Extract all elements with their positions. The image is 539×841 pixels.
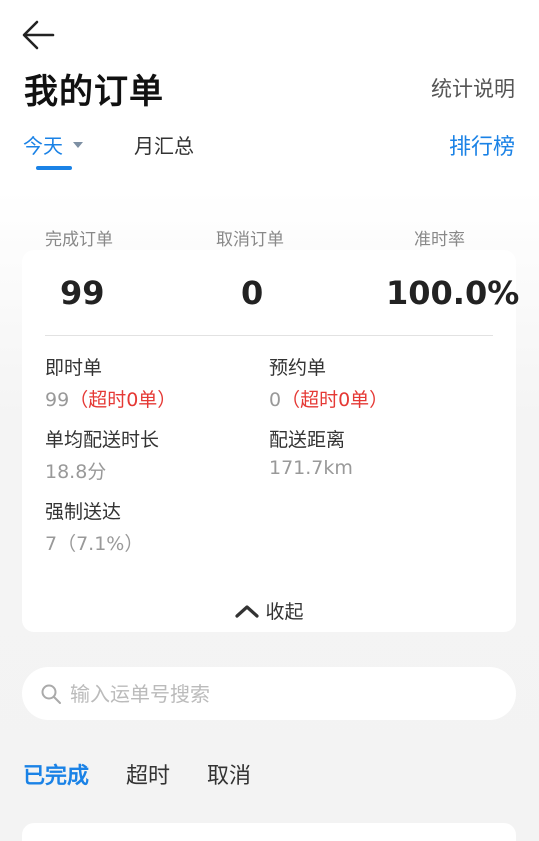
tab-completed[interactable]: 已完成 xyxy=(23,758,89,790)
search-icon xyxy=(41,684,61,704)
caret-down-icon xyxy=(73,141,83,148)
reserved-overtime: （超时0单） xyxy=(281,389,389,411)
tab-cancelled[interactable]: 取消 xyxy=(207,758,251,790)
active-tab-indicator xyxy=(36,166,72,170)
tab-today[interactable]: 今天 xyxy=(23,130,83,159)
reserved-orders-label: 预约单 xyxy=(269,357,327,379)
ontime-rate-label: 准时率 xyxy=(414,230,465,250)
delivery-distance-label: 配送距离 xyxy=(269,429,346,451)
tab-month-summary[interactable]: 月汇总 xyxy=(134,130,194,159)
collapse-label: 收起 xyxy=(265,601,304,623)
card-divider xyxy=(45,335,493,336)
tab-overtime[interactable]: 超时 xyxy=(126,758,170,790)
tab-today-label: 今天 xyxy=(23,134,63,158)
instant-orders-value: 99（超时0单） xyxy=(45,389,177,411)
instant-orders-label: 即时单 xyxy=(45,357,103,379)
instant-overtime: （超时0单） xyxy=(69,389,177,411)
completed-orders-value: 99 xyxy=(60,274,105,312)
reserved-orders-value: 0（超时0单） xyxy=(269,389,389,411)
completed-orders-label: 完成订单 xyxy=(45,230,113,250)
avg-delivery-time-value: 18.8分 xyxy=(45,461,107,483)
collapse-button[interactable]: 收起 xyxy=(0,597,539,624)
back-button[interactable] xyxy=(20,18,60,54)
forced-delivery-value: 7（7.1%） xyxy=(45,533,144,555)
page-title: 我的订单 xyxy=(24,72,164,112)
delivery-distance-value: 171.7km xyxy=(269,457,353,479)
chevron-up-icon xyxy=(235,604,260,618)
back-arrow-icon xyxy=(22,20,55,50)
cancelled-orders-label: 取消订单 xyxy=(216,230,284,250)
ontime-rate-value: 100.0% xyxy=(386,274,520,312)
stats-explanation-link[interactable]: 统计说明 xyxy=(431,73,515,103)
cancelled-orders-value: 0 xyxy=(241,274,264,312)
search-input[interactable] xyxy=(70,681,470,706)
avg-delivery-time-label: 单均配送时长 xyxy=(45,429,160,451)
ranking-link[interactable]: 排行榜 xyxy=(449,129,515,161)
search-box[interactable] xyxy=(22,667,516,720)
forced-delivery-label: 强制送达 xyxy=(45,501,122,523)
order-list-card[interactable] xyxy=(22,823,516,841)
